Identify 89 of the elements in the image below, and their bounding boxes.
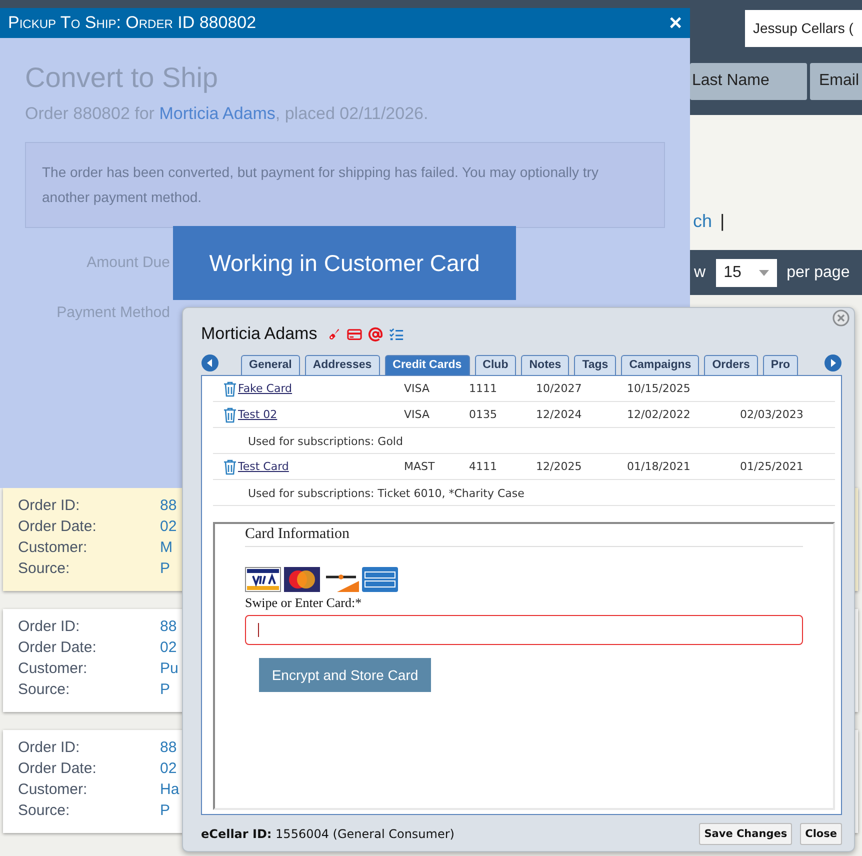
subscription-note: Used for subscriptions: Ticket 6010, *Charity Case (248, 487, 524, 500)
table-cell: MAST (404, 460, 435, 473)
dropdown-icon[interactable] (758, 270, 769, 276)
status-banner: Working in Customer Card (173, 226, 516, 300)
search-tab[interactable]: Last Name (690, 63, 807, 100)
trash-icon[interactable] (223, 407, 237, 423)
tab[interactable]: Campaigns (621, 355, 700, 375)
encrypt-button[interactable]: Encrypt and Store Card (259, 658, 431, 692)
field-label: Source: (18, 681, 71, 700)
field-label: Customer: (18, 781, 88, 800)
table-cell: 1111 (469, 382, 497, 395)
card-logo-icon (362, 567, 398, 592)
search-link[interactable]: ch (693, 211, 712, 231)
order-summary: Order 880802 for Morticia Adams, placed 02/11/2026. (25, 104, 430, 124)
tab[interactable]: Club (474, 355, 516, 375)
card-logo-icon (284, 567, 320, 592)
subscription-note: Used for subscriptions: Gold (248, 435, 403, 448)
field-value: M (160, 539, 172, 558)
field-value: P (160, 560, 170, 579)
field-label: Source: (18, 560, 71, 579)
table-cell: 0135 (469, 408, 497, 421)
field-label: Order Date: (18, 760, 98, 779)
alert-message: The order has been converted, but payment for shipping has failed. You may optionally try another payment method. (25, 142, 665, 228)
field-value: 88 (160, 497, 177, 516)
field-label: Order ID: (18, 618, 81, 637)
tab[interactable]: Notes (521, 355, 570, 375)
pager-text: per page (786, 264, 850, 282)
search-tab[interactable]: Email (810, 63, 862, 100)
email-icon[interactable] (368, 326, 384, 342)
ecellar-id-text: eCellar ID: 1556004 (General Consumer) (201, 827, 454, 841)
trash-icon[interactable] (223, 459, 237, 475)
field-label: Payment Method (56, 304, 170, 321)
field-value: Ha (160, 781, 180, 800)
field-label: Amount Due (86, 254, 170, 271)
save-button[interactable]: Save Changes (699, 823, 792, 845)
dialog-heading: Convert to Ship (25, 62, 219, 94)
table-cell: 01/25/2021 (740, 460, 804, 473)
tab[interactable]: Credit Cards (384, 355, 470, 375)
card-name-link[interactable]: Test Card (238, 460, 289, 473)
card-name-link[interactable]: Fake Card (238, 382, 292, 395)
field-value: 02 (160, 760, 177, 779)
scroll-right-icon[interactable] (824, 354, 842, 372)
checklist-icon[interactable] (389, 326, 404, 342)
table-cell: 02/03/2023 (740, 408, 804, 421)
field-value: 02 (160, 639, 177, 658)
table-cell: VISA (404, 408, 430, 421)
tab[interactable]: Orders (704, 355, 758, 375)
trash-icon[interactable] (223, 381, 237, 397)
table-cell: 4111 (469, 460, 497, 473)
card-name-link[interactable]: Test 02 (238, 408, 278, 421)
separator-text: | (720, 211, 725, 231)
scroll-left-icon[interactable] (201, 354, 219, 372)
tab[interactable]: Tags (574, 355, 616, 375)
section-heading: Card Information (245, 524, 803, 547)
close-button[interactable]: × (669, 10, 682, 36)
field-value: P (160, 681, 170, 700)
field-label: Customer: (18, 539, 88, 558)
field-label: Source: (18, 802, 71, 821)
field-label: Swipe or Enter Card:* (245, 595, 363, 611)
field-value: P (160, 802, 170, 821)
close-icon[interactable] (832, 309, 850, 327)
field-label: Order Date: (18, 518, 98, 537)
account-field[interactable]: Jessup Cellars ( (745, 10, 862, 47)
field-label: Order Date: (18, 639, 98, 658)
table-cell: 12/2024 (536, 408, 582, 421)
tab[interactable]: Pro (762, 355, 798, 375)
field-value: 02 (160, 518, 177, 537)
dialog-title: Pickup To Ship: Order ID 880802 (8, 13, 256, 33)
table-cell: 12/2025 (536, 460, 582, 473)
tab[interactable]: General (241, 355, 300, 375)
field-value: 88 (160, 739, 177, 758)
card-input-field[interactable] (245, 615, 803, 645)
table-cell: VISA (404, 382, 430, 395)
field-value: 88 (160, 618, 177, 637)
field-label: Customer: (18, 660, 88, 679)
tab[interactable]: Addresses (304, 355, 380, 375)
field-label: Order ID: (18, 497, 81, 516)
field-value: Pu (160, 660, 178, 679)
field-label: Order ID: (18, 739, 81, 758)
customer-name: Morticia Adams (201, 324, 318, 344)
card-logo-icon (245, 567, 281, 592)
table-cell: 10/2027 (536, 382, 582, 395)
table-cell: 12/02/2022 (627, 408, 690, 421)
per-page-select[interactable]: 15 (716, 258, 777, 286)
pager-text: w (694, 264, 706, 282)
close-button[interactable]: Close (800, 823, 842, 845)
table-cell: 01/18/2021 (627, 460, 690, 473)
table-cell: 10/15/2025 (627, 382, 690, 395)
credit-card-icon[interactable] (347, 326, 362, 342)
